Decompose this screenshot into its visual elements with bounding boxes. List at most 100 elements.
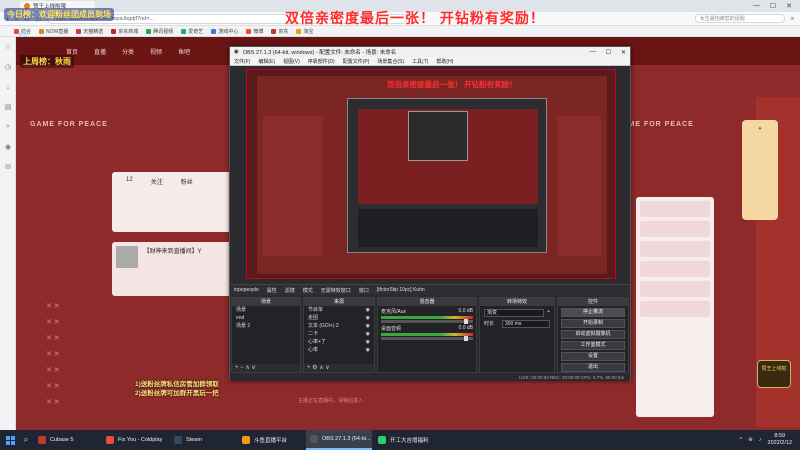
clock[interactable]: 8:59 2022/2/12 [768,433,792,447]
taskbar-item[interactable]: Fix You - Coldplay [102,430,168,450]
properties-button[interactable]: 属性 [267,287,277,294]
volume-slider[interactable] [381,336,473,341]
menu-item[interactable]: 工具(T) [412,58,428,65]
obs-menu-bar: 文件(F) 编辑(E) 视图(V) 停靠部件(D) 配置文件(P) 场景集合(S… [230,57,630,66]
search-input[interactable]: 女生最怕被怼的话题 [694,14,785,23]
bookmark-item[interactable]: 爱奇艺 [181,28,203,35]
room-title: 【财神来到直播间】Y [143,249,202,255]
download-icon[interactable]: ↓ [0,77,16,97]
mail-icon[interactable]: ✉ [0,157,16,177]
stop-streaming-button[interactable]: 停止推流 [561,308,625,317]
stat-label[interactable]: 粉丝 [181,177,193,186]
stat-label[interactable]: 关注 [151,177,163,186]
menu-item[interactable]: 场景集合(S) [377,58,404,65]
bookmark-item[interactable]: 淘宝 [296,28,313,35]
eye-icon: ◉ [365,347,370,353]
obs-app-icon: ◉ [234,49,239,55]
transition-row: 渐变 + [484,309,550,317]
scenes-dock: 场景 场景 end 场景 2 + − ∧ ∨ [231,297,301,373]
scene-item[interactable]: 场景 [232,306,300,314]
menu-item[interactable]: 编辑(E) [258,58,275,65]
source-item[interactable]: 走团 ◉ [304,314,374,322]
settings-button[interactable]: 设置 [561,352,625,361]
nav-item[interactable]: 视频 [150,47,162,56]
chevron-up-icon[interactable]: ^ [740,437,743,443]
taskbar-item[interactable]: 开工大吉增福利 [374,430,440,450]
obs-title-bar: ◉ OBS 27.1.3 (64-bit, windows) - 配置文件: 未… [230,47,630,57]
bookmark-item[interactable]: 微博 [246,28,263,35]
transition-select[interactable]: 渐变 [484,309,544,317]
sources-toolbar[interactable]: + ⚙ ∧ ∨ [304,364,374,372]
nav-item[interactable]: 直播 [94,47,106,56]
game-icon[interactable]: ◉ [0,137,16,157]
source-item[interactable]: 二卡 ◉ [304,330,374,338]
scenes-header: 场景 [232,298,300,306]
scenes-toolbar[interactable]: + − ∧ ∨ [232,364,300,372]
scene-item[interactable]: 场景 2 [232,322,300,330]
nav-item[interactable]: 鱼吧 [178,47,190,56]
menu-item[interactable]: 视图(V) [283,58,300,65]
bookmark-item[interactable]: 游戏中心 [211,28,238,35]
close-icon[interactable]: ✕ [786,2,792,10]
app-icon [378,436,386,444]
start-button[interactable] [0,430,20,450]
taskbar-item[interactable]: OBS 27.1.3 (64-bi... [306,430,372,450]
filters-button[interactable]: 滤镜 [285,287,295,294]
bookmark-item[interactable]: 京东 [271,28,288,35]
source-item[interactable]: 心率 ◉ [304,346,374,354]
bookmark-item[interactable]: 腾讯视频 [146,28,173,35]
bookmark-item[interactable]: 京东商城 [111,28,138,35]
transitions-header: 转场特效 [480,298,554,306]
chat-row [640,241,710,257]
virtual-camera-button[interactable]: 启动虚拟摄像机 [561,330,625,339]
notes-icon[interactable]: ▤ [0,97,16,117]
menu-item[interactable]: 配置文件(P) [343,58,370,65]
mode-select[interactable]: 无需特效窗口 [321,287,351,294]
bookmark-item[interactable]: 天猫精选 [76,28,103,35]
chat-row [640,281,710,297]
nav-item[interactable]: 分类 [122,47,134,56]
duration-row: 时长 300 ms [484,320,550,328]
source-item[interactable]: 文本 (GDI+) 2 ◉ [304,322,374,330]
maximize-icon[interactable]: ☐ [770,2,776,10]
menu-item[interactable]: 文件(F) [234,58,250,65]
taskbar-item[interactable]: 斗鱼直播平台 [238,430,304,450]
history-icon[interactable]: ◷ [0,57,16,77]
exit-button[interactable]: 退出 [561,363,625,372]
menu-item[interactable]: 停靠部件(D) [308,58,335,65]
maximize-icon[interactable]: ☐ [606,49,611,56]
star-icon[interactable]: ☆ [0,37,16,57]
nested-preview-inner [408,111,468,161]
taskbar-search-icon[interactable]: ⌕ [20,435,32,445]
search-icon[interactable]: ⌕ [0,117,16,137]
scene-item[interactable]: end [232,314,300,322]
bookmark-item[interactable]: NOW直播 [39,28,68,35]
minimize-icon[interactable]: — [590,49,596,56]
anchor-badge[interactable]: ✦ [742,120,778,220]
menu-item[interactable]: 帮助(H) [436,58,453,65]
mixer-channel: 麦克风/Aux 0.0 dB [381,308,473,324]
volume-icon[interactable]: ♪ [759,437,762,443]
clock-date: 2022/2/12 [767,440,792,446]
nested-docks [358,209,538,247]
obs-preview[interactable]: 双倍亲密度最后一张！ 开钻粉有奖励！ [246,69,616,279]
minimize-icon[interactable]: — [753,2,760,10]
start-recording-button[interactable]: 开始录制 [561,319,625,328]
clock-time: 8:59 [774,433,786,439]
chat-row [640,301,710,317]
source-item[interactable]: 心率+了 ◉ [304,338,374,346]
duration-input[interactable]: 300 ms [502,320,550,328]
menu-icon[interactable]: ≡ [791,16,794,22]
close-icon[interactable]: ✕ [621,49,626,56]
source-item[interactable]: 节目单 ◉ [304,306,374,314]
eye-icon: ◉ [365,315,370,321]
taskbar-item[interactable]: Steam [170,430,236,450]
volume-slider[interactable] [381,319,473,324]
add-icon[interactable]: + [547,309,550,317]
network-icon[interactable]: ⊕ [748,437,753,443]
window-select[interactable]: [tfctorStip 10pc] Kuhn [377,287,425,293]
studio-mode-button[interactable]: 工作室模式 [561,341,625,350]
eye-icon: ◉ [365,323,370,329]
taskbar-item[interactable]: Cubase 5 [34,430,100,450]
preview-right-region [557,116,601,256]
